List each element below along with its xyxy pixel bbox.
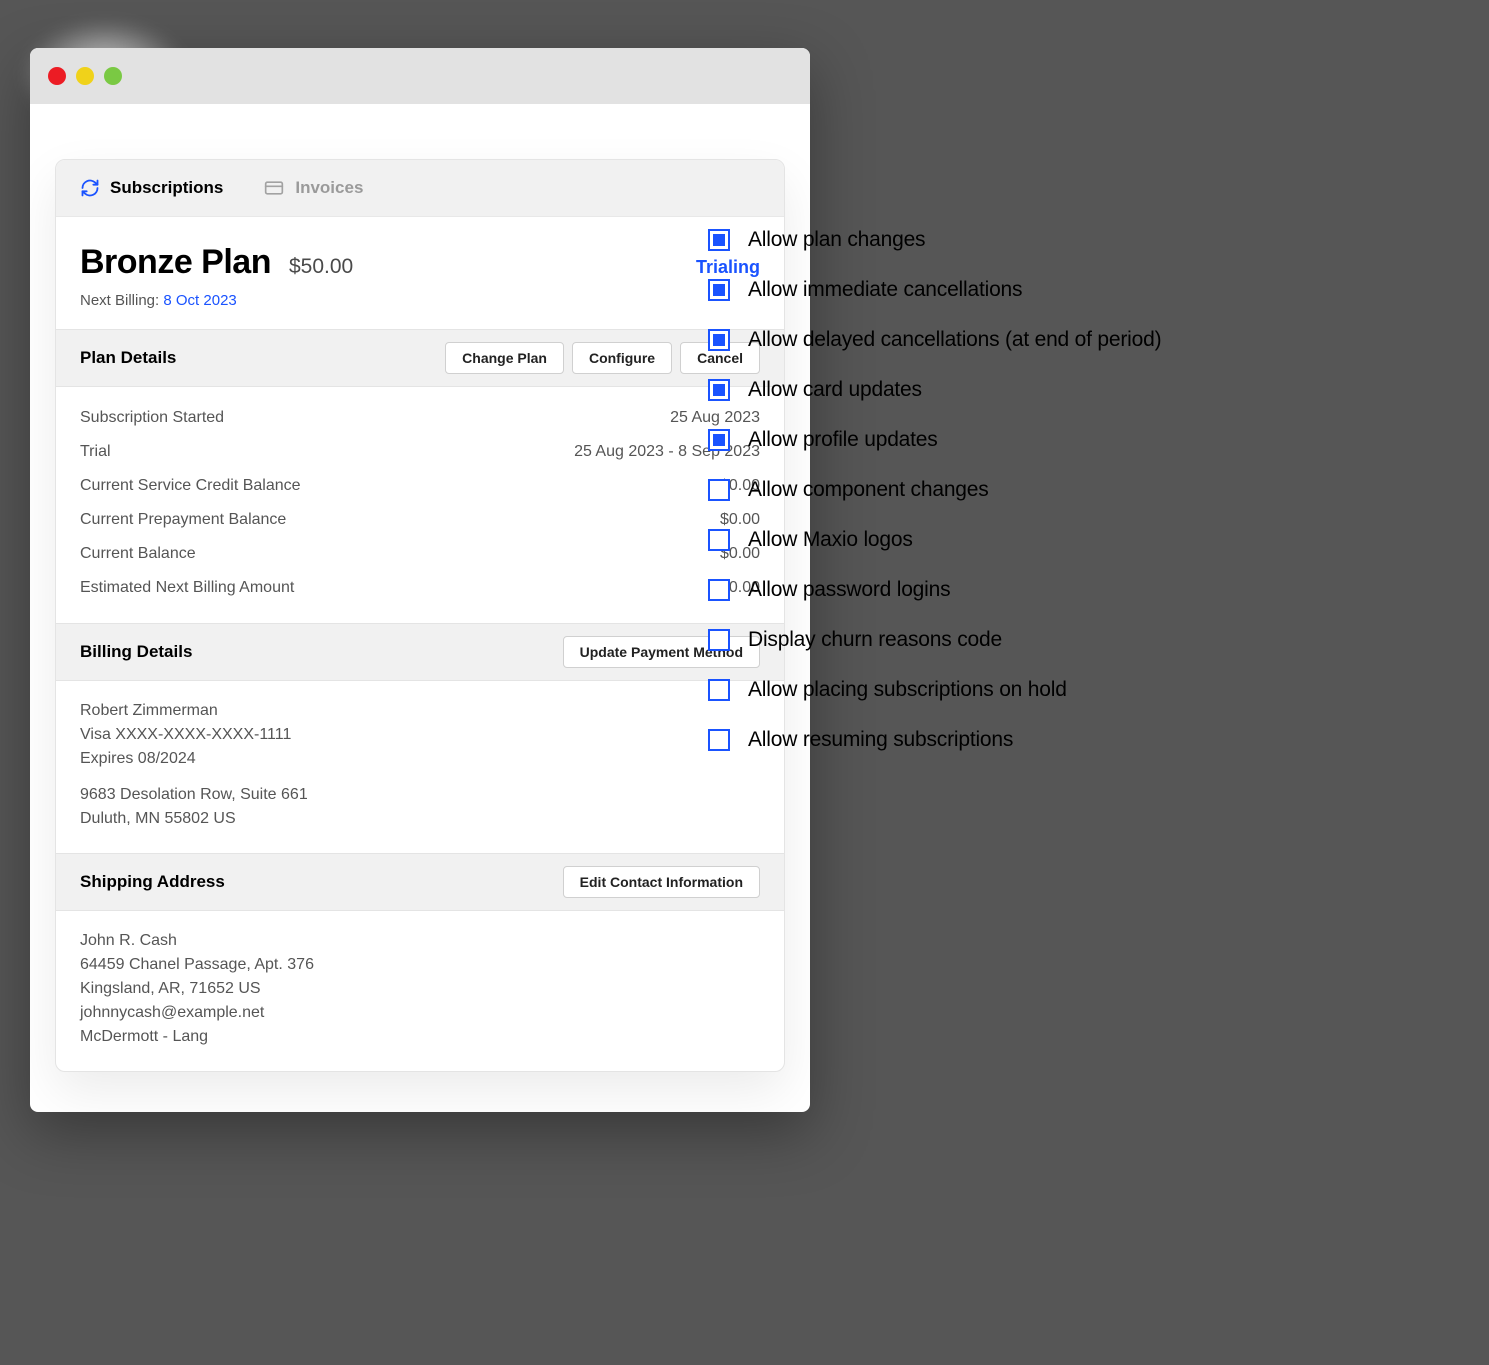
shipping-info: John R. Cash 64459 Chanel Passage, Apt. … xyxy=(56,911,784,1071)
shipping-title: Shipping Address xyxy=(80,872,225,892)
setting-row: Allow resuming subscriptions xyxy=(708,728,1161,752)
setting-row: Allow profile updates xyxy=(708,428,1161,452)
detail-row: Current Prepayment Balance $0.00 xyxy=(80,503,760,537)
tab-invoices-label: Invoices xyxy=(295,178,363,198)
window-body: Subscriptions Invoices Bronze Plan $50.0… xyxy=(30,104,810,1112)
setting-checkbox[interactable] xyxy=(708,229,730,251)
subscription-card: Subscriptions Invoices Bronze Plan $50.0… xyxy=(55,159,785,1072)
detail-row: Current Service Credit Balance $0.00 xyxy=(80,469,760,503)
detail-label: Estimated Next Billing Amount xyxy=(80,579,294,597)
tab-subscriptions-label: Subscriptions xyxy=(110,178,223,198)
setting-checkbox[interactable] xyxy=(708,479,730,501)
setting-checkbox[interactable] xyxy=(708,329,730,351)
setting-label: Allow plan changes xyxy=(748,228,925,252)
shipping-company: McDermott - Lang xyxy=(80,1025,760,1049)
setting-label: Allow immediate cancellations xyxy=(748,278,1022,302)
setting-row: Allow card updates xyxy=(708,378,1161,402)
tabs: Subscriptions Invoices xyxy=(56,160,784,216)
setting-row: Allow password logins xyxy=(708,578,1161,602)
setting-row: Allow placing subscriptions on hold xyxy=(708,678,1161,702)
window-zoom-button[interactable] xyxy=(104,67,122,85)
shipping-email: johnnycash@example.net xyxy=(80,1001,760,1025)
shipping-header: Shipping Address Edit Contact Informatio… xyxy=(56,853,784,911)
billing-name: Robert Zimmerman xyxy=(80,699,760,723)
billing-expires: Expires 08/2024 xyxy=(80,747,760,771)
detail-row: Trial 25 Aug 2023 - 8 Sep 2023 xyxy=(80,435,760,469)
billing-details-title: Billing Details xyxy=(80,642,192,662)
setting-checkbox[interactable] xyxy=(708,529,730,551)
detail-label: Subscription Started xyxy=(80,409,224,427)
setting-label: Allow delayed cancellations (at end of p… xyxy=(748,328,1161,352)
configure-button[interactable]: Configure xyxy=(572,342,672,374)
plan-header: Bronze Plan $50.00 Trialing Next Billing… xyxy=(56,216,784,329)
detail-label: Current Prepayment Balance xyxy=(80,511,286,529)
setting-label: Allow component changes xyxy=(748,478,989,502)
setting-checkbox[interactable] xyxy=(708,729,730,751)
billing-address-line1: 9683 Desolation Row, Suite 661 xyxy=(80,783,760,807)
app-window: Subscriptions Invoices Bronze Plan $50.0… xyxy=(30,48,810,1112)
settings-list: Allow plan changes Allow immediate cancel… xyxy=(708,228,1161,778)
change-plan-button[interactable]: Change Plan xyxy=(445,342,564,374)
shipping-name: John R. Cash xyxy=(80,929,760,953)
window-minimize-button[interactable] xyxy=(76,67,94,85)
tab-invoices[interactable]: Invoices xyxy=(263,178,363,198)
detail-row: Subscription Started 25 Aug 2023 xyxy=(80,401,760,435)
edit-contact-button[interactable]: Edit Contact Information xyxy=(563,866,760,898)
plan-details-list: Subscription Started 25 Aug 2023 Trial 2… xyxy=(56,387,784,623)
setting-row: Allow Maxio logos xyxy=(708,528,1161,552)
credit-card-icon xyxy=(263,178,285,198)
detail-label: Current Balance xyxy=(80,545,196,563)
setting-checkbox[interactable] xyxy=(708,579,730,601)
setting-label: Allow placing subscriptions on hold xyxy=(748,678,1067,702)
billing-card: Visa XXXX-XXXX-XXXX-1111 xyxy=(80,723,760,747)
billing-address-line2: Duluth, MN 55802 US xyxy=(80,807,760,831)
setting-checkbox[interactable] xyxy=(708,679,730,701)
setting-row: Allow component changes xyxy=(708,478,1161,502)
setting-checkbox[interactable] xyxy=(708,429,730,451)
setting-checkbox[interactable] xyxy=(708,279,730,301)
setting-label: Allow Maxio logos xyxy=(748,528,913,552)
billing-details-header: Billing Details Update Payment Method xyxy=(56,623,784,681)
setting-checkbox[interactable] xyxy=(708,629,730,651)
detail-label: Trial xyxy=(80,443,111,461)
window-titlebar xyxy=(30,48,810,104)
tab-subscriptions[interactable]: Subscriptions xyxy=(80,178,223,198)
next-billing-date: 8 Oct 2023 xyxy=(163,292,236,309)
setting-label: Allow profile updates xyxy=(748,428,938,452)
setting-row: Allow immediate cancellations xyxy=(708,278,1161,302)
window-close-button[interactable] xyxy=(48,67,66,85)
shipping-address-line1: 64459 Chanel Passage, Apt. 376 xyxy=(80,953,760,977)
setting-label: Display churn reasons code xyxy=(748,628,1002,652)
setting-label: Allow card updates xyxy=(748,378,922,402)
setting-row: Allow plan changes xyxy=(708,228,1161,252)
shipping-address-line2: Kingsland, AR, 71652 US xyxy=(80,977,760,1001)
setting-row: Display churn reasons code xyxy=(708,628,1161,652)
plan-details-title: Plan Details xyxy=(80,348,176,368)
plan-name: Bronze Plan xyxy=(80,243,271,282)
detail-label: Current Service Credit Balance xyxy=(80,477,301,495)
next-billing: Next Billing: 8 Oct 2023 xyxy=(80,292,760,309)
billing-info: Robert Zimmerman Visa XXXX-XXXX-XXXX-111… xyxy=(56,681,784,853)
setting-label: Allow password logins xyxy=(748,578,950,602)
setting-checkbox[interactable] xyxy=(708,379,730,401)
plan-price: $50.00 xyxy=(289,255,353,279)
setting-label: Allow resuming subscriptions xyxy=(748,728,1013,752)
next-billing-label: Next Billing: xyxy=(80,292,159,309)
detail-row: Estimated Next Billing Amount $50.00 xyxy=(80,571,760,605)
plan-details-header: Plan Details Change Plan Configure Cance… xyxy=(56,329,784,387)
detail-row: Current Balance $0.00 xyxy=(80,537,760,571)
setting-row: Allow delayed cancellations (at end of p… xyxy=(708,328,1161,352)
refresh-icon xyxy=(80,178,100,198)
